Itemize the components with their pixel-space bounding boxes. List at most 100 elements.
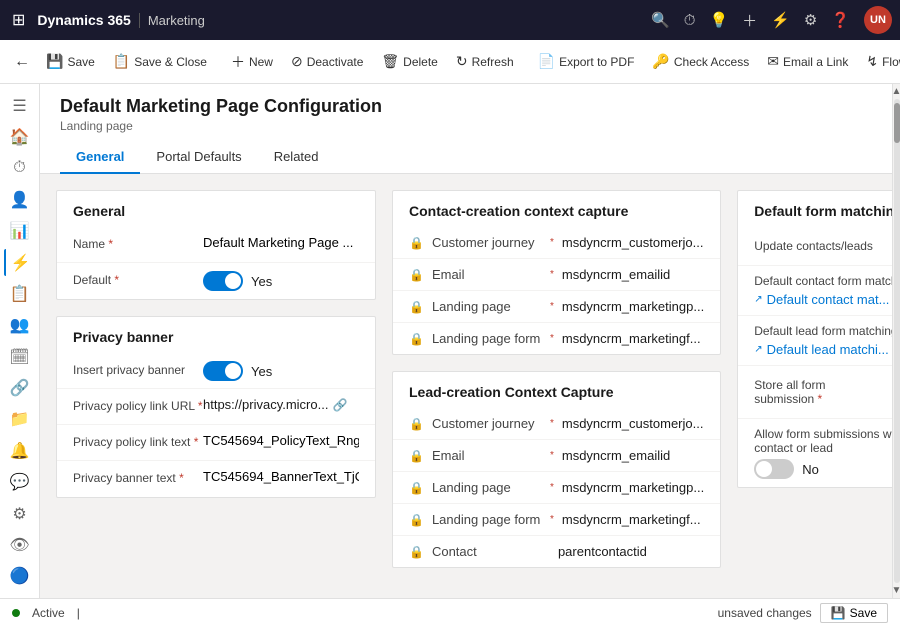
deactivate-icon: ⊘ <box>291 53 303 70</box>
email-link-button[interactable]: ✉ Email a Link <box>759 49 856 74</box>
contact-form-value: msdyncrm_marketingf... <box>562 331 704 346</box>
lock-icon-4: 🔒 <box>409 332 424 346</box>
sidebar-item-home[interactable]: 🏠 <box>4 123 36 150</box>
app-grid-icon[interactable]: ⊞ <box>8 6 29 34</box>
tab-related[interactable]: Related <box>258 141 335 174</box>
default-lead-form-link[interactable]: ↗ Default lead matchi... <box>754 342 892 357</box>
sidebar-item-calendar[interactable]: 🗓 <box>4 343 36 370</box>
allow-form-toggle[interactable] <box>754 459 794 479</box>
contact-journey-row: 🔒 Customer journey * msdyncrm_customerjo… <box>393 227 720 259</box>
name-value <box>203 233 359 250</box>
contact-landing-required: * <box>550 301 554 312</box>
store-form-row: Store all form submission * Yes <box>738 366 892 419</box>
name-required: * <box>108 237 113 251</box>
lead-journey-value: msdyncrm_customerjo... <box>562 416 704 431</box>
gear-icon[interactable]: ⚙ <box>804 11 817 29</box>
lock-icon-3: 🔒 <box>409 300 424 314</box>
policy-link-text-input[interactable] <box>203 433 359 448</box>
page-header: Default Marketing Page Configuration Lan… <box>40 84 892 174</box>
lock-icon-5: 🔒 <box>409 417 424 431</box>
policy-link-text-required: * <box>194 435 199 449</box>
sidebar-item-contacts[interactable]: 👤 <box>4 186 36 213</box>
search-icon[interactable]: 🔍 <box>651 11 670 29</box>
status-bar-right: unsaved changes 💾 Save <box>718 603 888 623</box>
save-button[interactable]: 💾 Save <box>38 49 103 74</box>
name-label: Name * <box>73 233 203 251</box>
sidebar-item-settings[interactable]: ⚙ <box>4 500 36 527</box>
default-row: Default * Yes <box>57 263 375 299</box>
banner-text-input[interactable] <box>203 469 359 484</box>
insert-privacy-row: Insert privacy banner Yes <box>57 353 375 389</box>
lock-icon-1: 🔒 <box>409 236 424 250</box>
settings-alt-icon[interactable]: ⏱ <box>684 12 696 29</box>
scrollbar-down[interactable]: ▼ <box>892 585 900 596</box>
status-label: Active <box>32 606 65 620</box>
update-contacts-row: Update contacts/leads Only contacts <box>738 227 892 266</box>
sidebar-item-lists[interactable]: 📋 <box>4 280 36 307</box>
question-icon[interactable]: ❓ <box>831 11 850 29</box>
lock-icon-7: 🔒 <box>409 481 424 495</box>
avatar[interactable]: UN <box>864 6 892 34</box>
lock-icon-9: 🔒 <box>409 545 424 559</box>
sidebar-item-notifications[interactable]: 🔔 <box>4 437 36 464</box>
privacy-toggle[interactable] <box>203 361 243 381</box>
banner-text-row: Privacy banner text * <box>57 461 375 497</box>
left-sidebar: ☰ 🏠 ⏱ 👤 📊 ⚡ 📋 👥 🗓 🔗 📁 🔔 💬 ⚙ 👁 🔵 <box>0 84 40 598</box>
contact-landing-value: msdyncrm_marketingp... <box>562 299 704 314</box>
flow-button[interactable]: ↯ Flow ▼ <box>858 49 900 74</box>
export-pdf-button[interactable]: 📄 Export to PDF <box>530 49 643 74</box>
contact-email-row: 🔒 Email * msdyncrm_emailid <box>393 259 720 291</box>
default-toggle[interactable] <box>203 271 243 291</box>
default-lead-form-label: Default lead form matching * <box>754 324 892 338</box>
scrollbar-track <box>894 99 900 583</box>
scrollbar-thumb[interactable] <box>894 103 900 143</box>
policy-url-label: Privacy policy link URL * <box>73 395 203 413</box>
name-input[interactable] <box>203 235 359 250</box>
allow-form-label: Allow form submissions without updating … <box>754 427 892 455</box>
status-save-button[interactable]: 💾 Save <box>820 603 888 623</box>
external-link-icon[interactable]: 🔗 <box>332 398 347 412</box>
sidebar-item-recent[interactable]: ⏱ <box>4 155 36 182</box>
tab-portal-defaults[interactable]: Portal Defaults <box>140 141 257 174</box>
insert-privacy-label: Insert privacy banner <box>73 359 203 377</box>
sidebar-item-groups[interactable]: 👥 <box>4 312 36 339</box>
filter-icon[interactable]: ⚡ <box>771 11 790 29</box>
sidebar-item-active[interactable]: ⚡ <box>4 249 36 276</box>
delete-button[interactable]: 🗑 Delete <box>373 49 445 74</box>
general-card: General Name * Default * <box>56 190 376 300</box>
tab-general[interactable]: General <box>60 141 140 174</box>
contact-form-required: * <box>550 333 554 344</box>
default-contact-form-link[interactable]: ↗ Default contact mat... <box>754 292 892 307</box>
check-access-button[interactable]: 🔑 Check Access <box>644 49 757 74</box>
policy-link-text-value <box>203 431 359 448</box>
sidebar-item-view[interactable]: 👁 <box>4 531 36 558</box>
contact-creation-card: Contact-creation context capture 🔒 Custo… <box>392 190 721 355</box>
deactivate-button[interactable]: ⊘ Deactivate <box>283 49 371 74</box>
save-close-icon: 📋 <box>113 53 130 70</box>
help-icon[interactable]: 💡 <box>709 11 728 29</box>
scrollbar-up[interactable]: ▲ <box>892 86 900 97</box>
sidebar-item-chat[interactable]: 💬 <box>4 469 36 496</box>
sidebar-item-menu[interactable]: ☰ <box>4 92 36 119</box>
sidebar-item-dashboards[interactable]: 📊 <box>4 218 36 245</box>
refresh-button[interactable]: ↻ Refresh <box>448 49 522 74</box>
status-dot <box>12 609 20 617</box>
contact-creation-title: Contact-creation context capture <box>393 191 720 227</box>
add-icon[interactable]: ＋ <box>742 10 757 31</box>
sidebar-item-files[interactable]: 📁 <box>4 406 36 433</box>
check-access-icon: 🔑 <box>652 53 669 70</box>
lead-creation-card: Lead-creation Context Capture 🔒 Customer… <box>392 371 721 568</box>
save-close-button[interactable]: 📋 Save & Close <box>105 49 215 74</box>
save-icon-status: 💾 <box>831 606 846 620</box>
sidebar-item-links[interactable]: 🔗 <box>4 374 36 401</box>
default-lead-form-row: Default lead form matching * ↗ Default l… <box>738 316 892 366</box>
new-button[interactable]: ＋ New <box>223 48 281 76</box>
lead-contact-label: Contact <box>432 544 542 559</box>
default-toggle-container: Yes <box>203 271 359 291</box>
lead-landing-label: Landing page <box>432 480 542 495</box>
top-nav-right: 🔍 ⏱ 💡 ＋ ⚡ ⚙ ❓ UN <box>651 6 892 34</box>
sidebar-item-circle[interactable]: 🔵 <box>4 563 36 590</box>
lead-email-required: * <box>550 450 554 461</box>
contact-journey-value: msdyncrm_customerjo... <box>562 235 704 250</box>
back-button[interactable]: ← <box>8 49 36 75</box>
